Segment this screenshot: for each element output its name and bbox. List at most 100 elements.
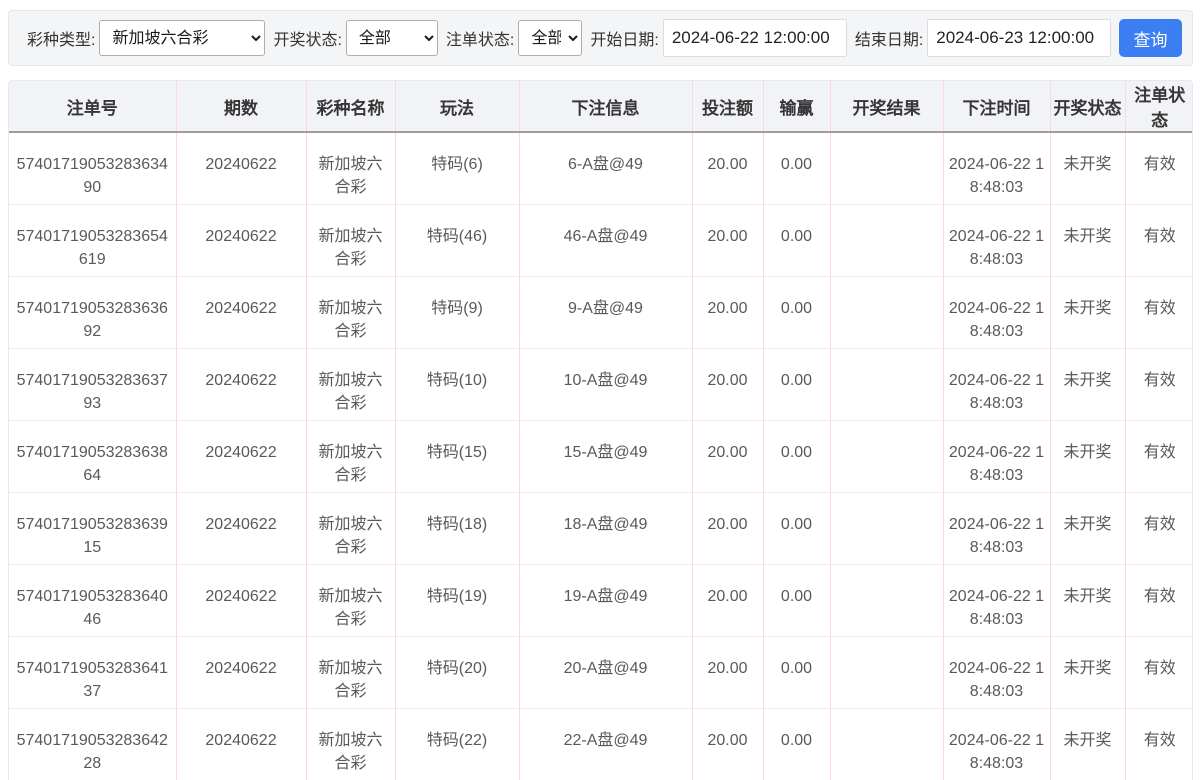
- cell-period: 20240622: [176, 708, 307, 780]
- end-date-label: 结束日期:: [854, 32, 924, 49]
- cell-lottery-name: 新加坡六合彩: [306, 132, 396, 205]
- cell-bet-time: 2024-06-22 18:48:03: [943, 636, 1051, 709]
- cell-bet-number: 5740171905328364228: [9, 708, 177, 780]
- table-row: 5740171905328364046 20240622 新加坡六合彩 特码(19) 1…: [9, 564, 1192, 637]
- cell-draw-result: [830, 276, 944, 349]
- column-header-bet-time: 下注时间: [943, 81, 1051, 133]
- cell-draw-result: [830, 204, 944, 277]
- table-row: 57401719053283654619 20240622 新加坡六合彩 特码(46)…: [9, 204, 1192, 277]
- cell-order-status: 有效: [1125, 132, 1192, 205]
- draw-status-label: 开奖状态:: [273, 32, 342, 49]
- cell-draw-status: 未开奖: [1050, 564, 1126, 637]
- cell-bet-time: 2024-06-22 18:48:03: [943, 420, 1051, 493]
- cell-bet-amount: 20.00: [692, 204, 764, 277]
- cell-bet-amount: 20.00: [692, 348, 764, 421]
- cell-period: 20240622: [176, 204, 307, 277]
- cell-bet-amount: 20.00: [692, 708, 764, 780]
- cell-period: 20240622: [176, 348, 307, 421]
- cell-order-status: 有效: [1125, 420, 1192, 493]
- cell-win-loss: 0.00: [763, 420, 831, 493]
- cell-lottery-name: 新加坡六合彩: [306, 492, 396, 565]
- column-header-win-loss: 输赢: [763, 81, 831, 133]
- cell-lottery-name: 新加坡六合彩: [306, 348, 396, 421]
- cell-bet-info: 46-A盘@49: [519, 204, 693, 277]
- end-date-input[interactable]: [927, 19, 1112, 57]
- cell-draw-result: [830, 132, 944, 205]
- column-header-draw-result: 开奖结果: [830, 81, 944, 133]
- cell-draw-status: 未开奖: [1050, 204, 1126, 277]
- cell-win-loss: 0.00: [763, 492, 831, 565]
- query-button[interactable]: 查询: [1119, 19, 1182, 57]
- table-row: 5740171905328363692 20240622 新加坡六合彩 特码(9) 9-…: [9, 276, 1192, 349]
- cell-bet-info: 18-A盘@49: [519, 492, 693, 565]
- lottery-type-label: 彩种类型:: [27, 32, 96, 49]
- cell-bet-info: 6-A盘@49: [519, 132, 693, 205]
- cell-bet-number: 5740171905328364046: [9, 564, 177, 637]
- cell-win-loss: 0.00: [763, 708, 831, 780]
- cell-draw-status: 未开奖: [1050, 348, 1126, 421]
- cell-order-status: 有效: [1125, 348, 1192, 421]
- cell-lottery-name: 新加坡六合彩: [306, 276, 396, 349]
- cell-draw-status: 未开奖: [1050, 276, 1126, 349]
- cell-win-loss: 0.00: [763, 204, 831, 277]
- cell-win-loss: 0.00: [763, 276, 831, 349]
- table-row: 5740171905328364228 20240622 新加坡六合彩 特码(22) 2…: [9, 708, 1192, 780]
- column-header-lottery-name: 彩种名称: [306, 81, 396, 133]
- table-row: 5740171905328363915 20240622 新加坡六合彩 特码(18) 1…: [9, 492, 1192, 565]
- cell-order-status: 有效: [1125, 564, 1192, 637]
- start-date-label: 开始日期:: [590, 32, 659, 49]
- cell-bet-number: 5740171905328363793: [9, 348, 177, 421]
- cell-bet-number: 5740171905328363915: [9, 492, 177, 565]
- cell-bet-time: 2024-06-22 18:48:03: [943, 708, 1051, 780]
- cell-draw-result: [830, 708, 944, 780]
- column-header-bet-amount: 投注额: [692, 81, 764, 133]
- column-header-period: 期数: [176, 81, 307, 133]
- cell-draw-result: [830, 420, 944, 493]
- column-header-play-type: 玩法: [395, 81, 520, 133]
- table-header-row: 注单号 期数 彩种名称 玩法 下注信息 投注额 输赢 开奖结果 下注时间 开奖状态 注单状态: [9, 81, 1192, 133]
- cell-bet-info: 9-A盘@49: [519, 276, 693, 349]
- cell-play-type: 特码(20): [395, 636, 520, 709]
- column-header-bet-number: 注单号: [9, 81, 177, 133]
- cell-bet-info: 15-A盘@49: [519, 420, 693, 493]
- cell-play-type: 特码(10): [395, 348, 520, 421]
- cell-period: 20240622: [176, 492, 307, 565]
- table-row: 5740171905328363490 20240622 新加坡六合彩 特码(6) 6-…: [9, 132, 1192, 205]
- cell-bet-amount: 20.00: [692, 636, 764, 709]
- filter-bar: 彩种类型: 新加坡六合彩 开奖状态: 全部 注单状态: 全部 开始日期: 结束日…: [8, 10, 1193, 66]
- order-status-select[interactable]: 全部: [518, 20, 583, 56]
- cell-bet-number: 5740171905328363490: [9, 132, 177, 205]
- cell-draw-status: 未开奖: [1050, 132, 1126, 205]
- cell-bet-time: 2024-06-22 18:48:03: [943, 564, 1051, 637]
- cell-period: 20240622: [176, 132, 307, 205]
- draw-status-select[interactable]: 全部: [345, 20, 438, 56]
- cell-lottery-name: 新加坡六合彩: [306, 564, 396, 637]
- cell-lottery-name: 新加坡六合彩: [306, 636, 396, 709]
- cell-lottery-name: 新加坡六合彩: [306, 708, 396, 780]
- lottery-type-select[interactable]: 新加坡六合彩: [99, 20, 266, 56]
- cell-lottery-name: 新加坡六合彩: [306, 420, 396, 493]
- bet-records-table-grid: 注单号 期数 彩种名称 玩法 下注信息 投注额 输赢 开奖结果 下注时间 开奖状态 注单状态 574…: [9, 81, 1192, 780]
- start-date-input[interactable]: [662, 19, 847, 57]
- cell-win-loss: 0.00: [763, 348, 831, 421]
- cell-bet-info: 10-A盘@49: [519, 348, 693, 421]
- cell-draw-result: [830, 492, 944, 565]
- cell-period: 20240622: [176, 564, 307, 637]
- cell-bet-amount: 20.00: [692, 492, 764, 565]
- cell-order-status: 有效: [1125, 636, 1192, 709]
- cell-bet-number: 5740171905328364137: [9, 636, 177, 709]
- cell-bet-time: 2024-06-22 18:48:03: [943, 492, 1051, 565]
- cell-bet-time: 2024-06-22 18:48:03: [943, 348, 1051, 421]
- cell-bet-amount: 20.00: [692, 420, 764, 493]
- cell-period: 20240622: [176, 636, 307, 709]
- cell-order-status: 有效: [1125, 708, 1192, 780]
- cell-play-type: 特码(18): [395, 492, 520, 565]
- cell-bet-number: 57401719053283654619: [9, 204, 177, 277]
- cell-bet-info: 19-A盘@49: [519, 564, 693, 637]
- cell-play-type: 特码(6): [395, 132, 520, 205]
- order-status-label: 注单状态:: [445, 32, 515, 49]
- column-header-bet-info: 下注信息: [519, 81, 693, 133]
- cell-draw-result: [830, 636, 944, 709]
- cell-play-type: 特码(22): [395, 708, 520, 780]
- cell-draw-status: 未开奖: [1050, 492, 1126, 565]
